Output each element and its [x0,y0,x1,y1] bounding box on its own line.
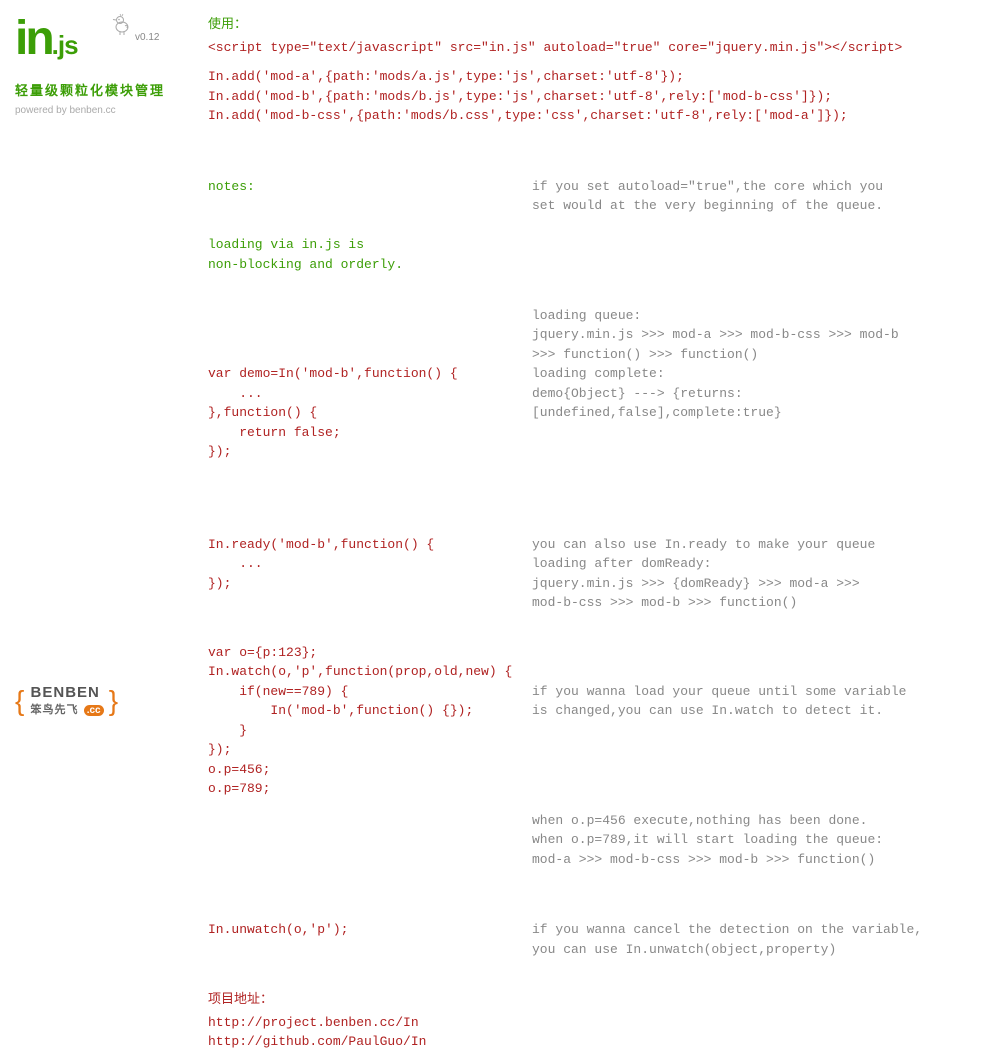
benben-name: BENBEN [31,684,100,701]
example3-code: var o={p:123}; In.watch(o,'p',function(p… [208,643,532,909]
benben-logo: { BENBEN 笨鸟先飞 .cc } [15,680,119,722]
in-add-examples: In.add('mod-a',{path:'mods/a.js',type:'j… [208,67,978,126]
brace-open-icon: { [15,685,25,716]
sidebar: in.js v0.12 轻量级颗粒化模块管理 powered by benben… [15,15,190,118]
notes-text: loading via in.js is non-blocking and or… [208,235,532,274]
example1-desc-b: loading queue: jquery.min.js >>> mod-a >… [532,306,962,423]
benben-cn: 笨鸟先飞 [31,704,79,716]
brace-close-icon: } [109,685,119,716]
example1-desc-a: if you set autoload="true",the core whic… [532,177,962,216]
example2-row: In.ready('mod-b',function() { ... }); yo… [208,535,978,613]
bird-icon [110,13,134,44]
subtitle-cn: 轻量级颗粒化模块管理 [15,81,190,101]
example3-desc-b: when o.p=456 execute,nothing has been do… [532,811,962,870]
notes-row: notes: loading via in.js is non-blocking… [208,138,978,501]
logo: in.js v0.12 [15,15,190,75]
example2-code: In.ready('mod-b',function() { ... }); [208,535,532,613]
version-label: v0.12 [135,30,159,45]
project-links: 项目地址： http://project.benben.cc/In http:/… [208,989,978,1052]
project-title: 项目地址： [208,989,978,1009]
example4-code: In.unwatch(o,'p'); [208,920,532,959]
project-url1[interactable]: http://project.benben.cc/In [208,1013,978,1033]
example1-code: var demo=In('mod-b',function() { ... },f… [208,364,532,462]
subtitle-en: powered by benben.cc [15,103,190,118]
logo-text: in.js [15,12,78,65]
main-content: 使用： <script type="text/javascript" src="… [208,14,978,1052]
example3-row: var o={p:123}; In.watch(o,'p',function(p… [208,643,978,909]
project-url2[interactable]: http://github.com/PaulGuo/In [208,1032,978,1052]
example3-desc-a: if you wanna load your queue until some … [532,682,962,721]
notes-heading: notes: [208,177,532,197]
example4-row: In.unwatch(o,'p'); if you wanna cancel t… [208,920,978,959]
example4-desc: if you wanna cancel the detection on the… [532,920,962,959]
usage-title: 使用： [208,14,978,34]
script-tag-example: <script type="text/javascript" src="in.j… [208,38,978,58]
example2-desc: you can also use In.ready to make your q… [532,535,962,613]
benben-cc: .cc [84,705,104,716]
